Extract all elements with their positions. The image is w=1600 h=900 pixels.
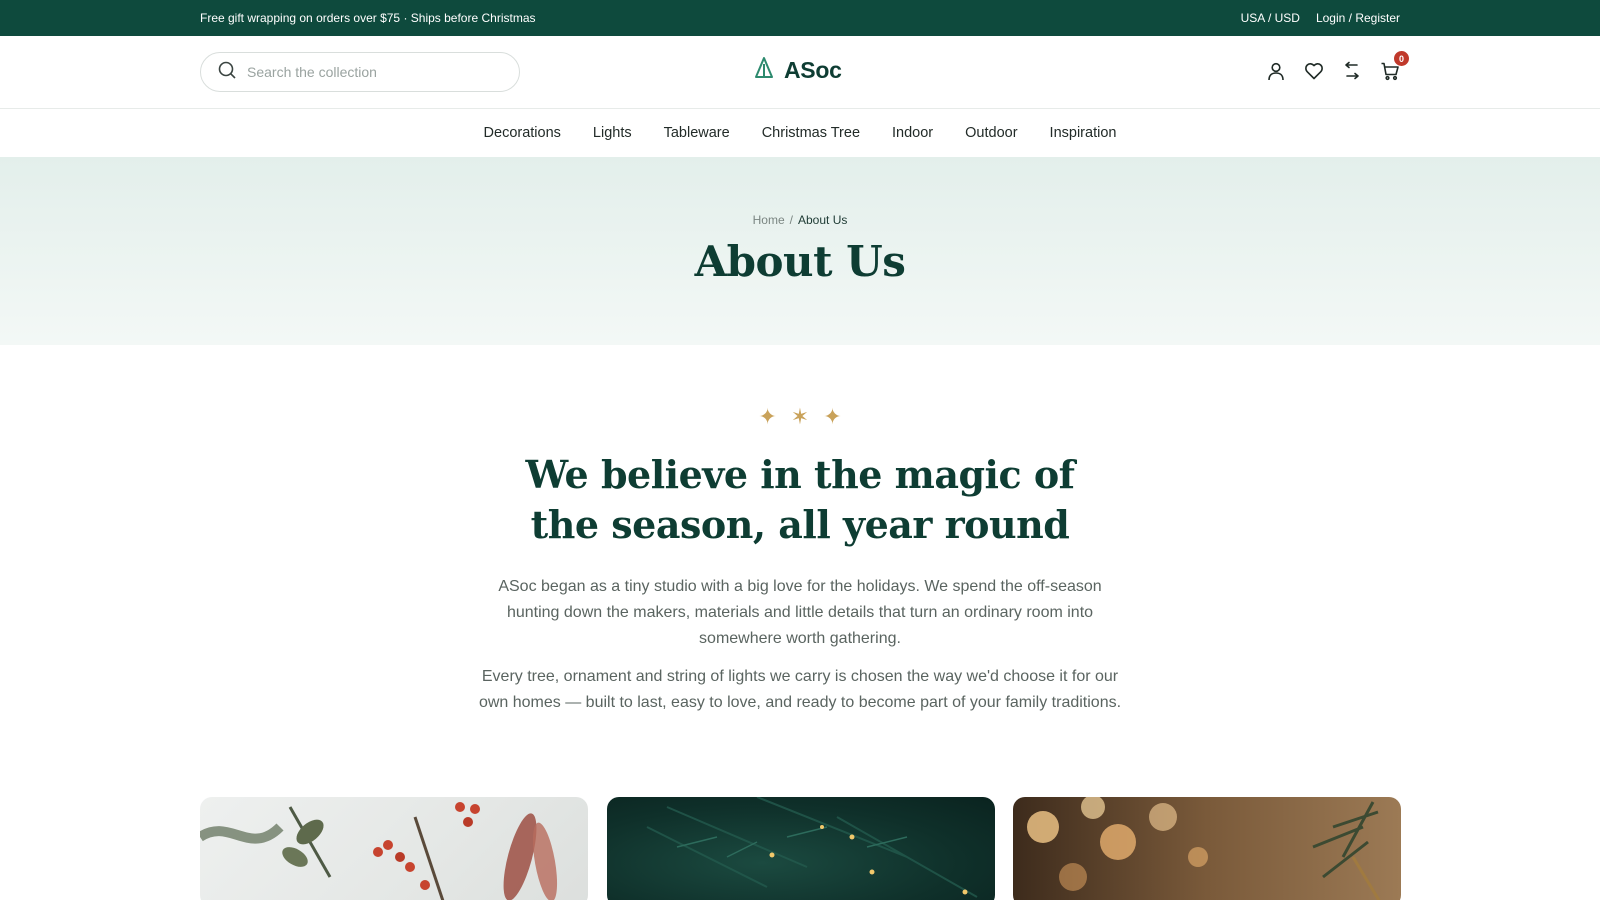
nav-item-tableware[interactable]: Tableware <box>664 125 730 141</box>
nav-item-inspiration[interactable]: Inspiration <box>1050 125 1117 141</box>
breadcrumb-separator: / <box>789 213 793 227</box>
user-icon[interactable] <box>1266 60 1286 82</box>
nav-item-decorations[interactable]: Decorations <box>484 125 561 141</box>
tree-icon <box>754 56 774 85</box>
holly-berries-image <box>200 797 588 900</box>
sparkle-icon: ✦ <box>823 404 842 429</box>
announcement-bar: Free gift wrapping on orders over $75 · … <box>0 0 1600 36</box>
search-placeholder: Search the collection <box>247 64 377 80</box>
logo-text: ASoc <box>784 57 842 83</box>
topbar-links: USA / USD Login / Register <box>1241 11 1400 25</box>
breadcrumb: Home / About Us <box>0 213 1600 227</box>
nav-item-outdoor[interactable]: Outdoor <box>965 125 1017 141</box>
nav-item-indoor[interactable]: Indoor <box>892 125 933 141</box>
login-register-link[interactable]: Login / Register <box>1316 11 1400 25</box>
site-header: Search the collection ASoc 0 <box>0 36 1600 109</box>
breadcrumb-home[interactable]: Home <box>753 213 785 227</box>
compare-icon[interactable] <box>1342 60 1362 82</box>
search-input[interactable]: Search the collection <box>200 52 520 92</box>
header-actions: 0 <box>1266 51 1409 82</box>
sparkle-icon: ✦ <box>758 404 777 429</box>
search-icon <box>217 60 237 85</box>
nav-item-christmas-tree[interactable]: Christmas Tree <box>762 125 860 141</box>
currency-selector[interactable]: USA / USD <box>1241 11 1300 25</box>
page-title: About Us <box>694 237 906 286</box>
story-headline: We believe in the magic of the season, a… <box>400 450 1200 550</box>
sparkle-ornament: ✦ ✶ ✦ <box>0 404 1600 430</box>
site-logo[interactable]: ASoc <box>754 56 842 85</box>
story-paragraph-2: Every tree, ornament and string of light… <box>478 668 1122 711</box>
cart-icon[interactable]: 0 <box>1380 51 1409 82</box>
bokeh-lights-image <box>1013 797 1401 900</box>
pine-branches-lights-image <box>607 797 995 900</box>
main-nav: Decorations Lights Tableware Christmas T… <box>0 109 1600 157</box>
asterisk-star-icon: ✶ <box>790 404 810 429</box>
nav-item-lights[interactable]: Lights <box>593 125 632 141</box>
promo-text: Free gift wrapping on orders over $75 · … <box>200 11 536 25</box>
story-paragraph-1: ASoc began as a tiny studio with a big l… <box>498 578 1102 647</box>
headline-line-2: the season, all year round <box>530 502 1070 547</box>
heart-icon[interactable] <box>1304 60 1324 82</box>
breadcrumb-current: About Us <box>798 213 848 227</box>
cart-count-badge: 0 <box>1394 51 1409 66</box>
headline-line-1: We believe in the magic of <box>525 452 1075 497</box>
page-header-band: Home / About Us About Us <box>0 157 1600 345</box>
